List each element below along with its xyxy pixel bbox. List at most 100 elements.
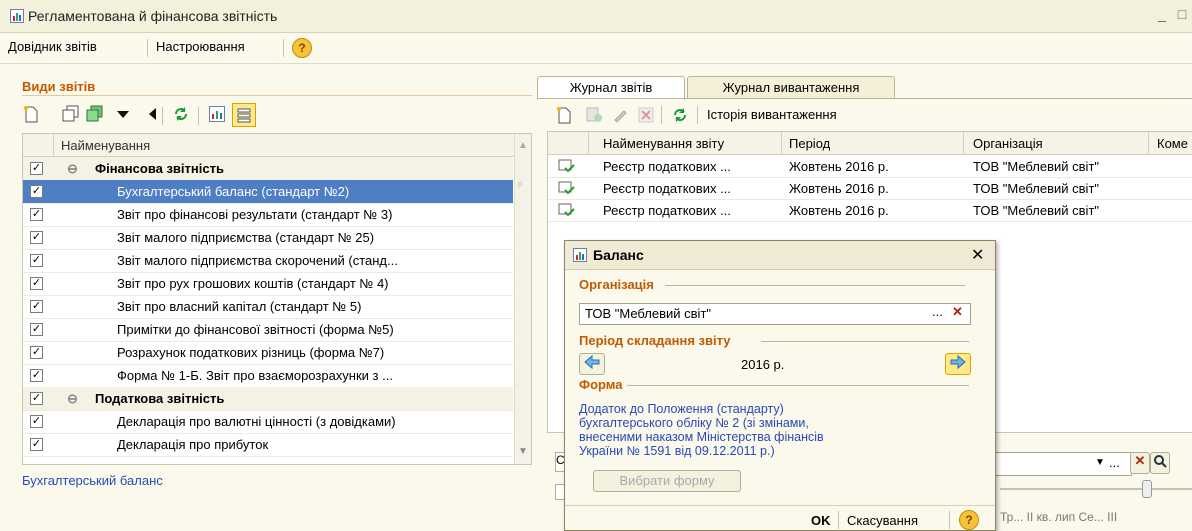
column-divider: [1148, 132, 1149, 154]
copy-group-icon[interactable]: [86, 105, 104, 123]
row-period: Жовтень 2016 р.: [789, 203, 889, 218]
scroll-down-icon[interactable]: ▼: [518, 446, 528, 457]
row-checkbox[interactable]: ✓: [30, 277, 43, 290]
table-row[interactable]: ✓ Форма № 1-Б. Звіт про взаєморозрахунки …: [23, 364, 513, 388]
ellipsis-button[interactable]: ...: [1109, 455, 1120, 470]
group-row[interactable]: ✓ ⊖ Податкова звітність: [23, 387, 513, 411]
choose-form-button[interactable]: Вибрати форму: [593, 470, 741, 492]
scroll-thumb[interactable]: ᵖ: [518, 178, 527, 196]
organization-select-button[interactable]: ...: [932, 304, 943, 319]
section-line: [665, 285, 965, 286]
menu-separator: [283, 39, 284, 57]
organization-value: ТОВ "Меблевий світ": [585, 306, 712, 321]
filter-select[interactable]: ▼ ...: [994, 452, 1132, 476]
ok-button[interactable]: OK: [811, 513, 831, 528]
tab-label: Журнал звітів: [569, 80, 653, 95]
window-titlebar: Регламентована й фінансова звітність _ □: [0, 0, 1192, 33]
minimize-icon[interactable]: _: [1154, 6, 1170, 22]
column-header-organization: Організація: [973, 136, 1043, 151]
period-slider-thumb[interactable]: [1142, 480, 1152, 498]
dropdown-arrow-icon[interactable]: ▼: [1095, 457, 1105, 468]
clear-filter-icon[interactable]: ✕: [1130, 452, 1150, 474]
row-checkbox[interactable]: ✓: [30, 208, 43, 221]
row-report-name: Реєстр податкових ...: [603, 181, 731, 196]
dialog-help-icon[interactable]: ?: [959, 510, 979, 530]
journal-row[interactable]: Реєстр податкових ... Жовтень 2016 р. ТОВ …: [548, 199, 1192, 222]
table-row[interactable]: ✓ Декларація про прибуток: [23, 433, 513, 457]
table-row[interactable]: ✓ Звіт малого підприємства (стандарт № 25…: [23, 226, 513, 250]
row-label: Фінансова звітність: [95, 161, 224, 176]
delete-icon[interactable]: [637, 106, 655, 124]
export-history-button[interactable]: Історія вивантаження: [707, 107, 837, 122]
window-title: Регламентована й фінансова звітність: [28, 8, 278, 24]
collapse-icon[interactable]: ⊖: [67, 161, 78, 177]
row-organization: ТОВ "Меблевий світ": [973, 181, 1100, 196]
table-row[interactable]: ✓ Бухгалтерський баланс (стандарт №2): [23, 180, 513, 204]
row-checkbox[interactable]: ✓: [30, 300, 43, 313]
edit-pencil-icon[interactable]: [611, 106, 629, 124]
report-icon[interactable]: [208, 105, 226, 123]
column-divider: [53, 134, 54, 156]
period-slider-track[interactable]: [1000, 488, 1192, 490]
table-row[interactable]: ✓ Звіт про фінансові результати (стандарт…: [23, 203, 513, 227]
row-checkbox[interactable]: ✓: [30, 185, 43, 198]
tab-reports-journal[interactable]: Журнал звітів: [537, 76, 685, 100]
journal-row[interactable]: Реєстр податкових ... Жовтень 2016 р. ТОВ …: [548, 155, 1192, 178]
scroll-up-icon[interactable]: ▲: [518, 140, 528, 151]
row-checkbox[interactable]: ✓: [30, 323, 43, 336]
period-prev-button[interactable]: [579, 353, 605, 375]
copy-icon[interactable]: [62, 105, 80, 123]
table-row[interactable]: ✓ Звіт про власний капітал (стандарт № 5): [23, 295, 513, 319]
new-report-icon[interactable]: [555, 106, 573, 124]
row-checkbox[interactable]: ✓: [30, 231, 43, 244]
table-row[interactable]: ✓ Звіт про рух грошових коштів (стандарт …: [23, 272, 513, 296]
journal-row[interactable]: Реєстр податкових ... Жовтень 2016 р. ТОВ …: [548, 177, 1192, 200]
row-organization: ТОВ "Меблевий світ": [973, 203, 1100, 218]
app-chart-icon: [10, 9, 24, 23]
organization-label: Організація: [579, 277, 654, 292]
row-label: Звіт малого підприємства (стандарт № 25): [117, 230, 375, 245]
search-icon[interactable]: [1150, 452, 1170, 474]
organization-field[interactable]: ТОВ "Меблевий світ" ... ✕: [579, 303, 971, 325]
row-label: Форма № 1-Б. Звіт про взаєморозрахунки з…: [117, 368, 393, 383]
move-left-icon[interactable]: [144, 105, 162, 123]
row-checkbox[interactable]: ✓: [30, 369, 43, 382]
table-row[interactable]: ✓ Декларація про валютні цінності (з дові…: [23, 410, 513, 434]
row-label: Примітки до фінансової звітності (форма …: [117, 322, 394, 337]
table-row[interactable]: ✓ Звіт малого підприємства скорочений (ст…: [23, 249, 513, 273]
cancel-button[interactable]: Скасування: [847, 513, 918, 528]
dialog-close-icon[interactable]: ✕: [971, 245, 984, 265]
menu-reports-directory[interactable]: Довідник звітів: [8, 39, 97, 54]
menu-settings[interactable]: Настроювання: [156, 39, 245, 54]
tree-view-icon[interactable]: [232, 103, 256, 127]
table-row[interactable]: ✓ Примітки до фінансової звітності (форма…: [23, 318, 513, 342]
tab-export-journal[interactable]: Журнал вивантаження: [687, 76, 895, 99]
form-description-link[interactable]: Додаток до Положення (стандарту) бухгалт…: [579, 402, 869, 458]
row-checkbox[interactable]: ✓: [30, 162, 43, 175]
period-next-button[interactable]: [945, 353, 971, 375]
refresh-icon[interactable]: [172, 105, 190, 123]
group-row[interactable]: ✓ ⊖ Фінансова звітність: [23, 157, 513, 181]
move-down-icon[interactable]: [114, 105, 132, 123]
report-status-icon: [558, 202, 576, 221]
organization-clear-icon[interactable]: ✕: [952, 304, 963, 320]
refresh-list-icon[interactable]: [671, 106, 689, 124]
vertical-scrollbar[interactable]: ▲ ᵖ ▼: [514, 134, 531, 464]
row-checkbox[interactable]: ✓: [30, 392, 43, 405]
maximize-icon[interactable]: □: [1174, 6, 1190, 22]
row-checkbox[interactable]: ✓: [30, 346, 43, 359]
report-types-title: Види звітів: [22, 79, 96, 94]
row-checkbox[interactable]: ✓: [30, 438, 43, 451]
row-checkbox[interactable]: ✓: [30, 415, 43, 428]
new-icon[interactable]: [22, 105, 40, 123]
collapse-icon[interactable]: ⊖: [67, 391, 78, 407]
menu-separator: [147, 39, 148, 57]
footer-separator: [838, 511, 839, 529]
selected-report-link[interactable]: Бухгалтерський баланс: [22, 473, 163, 488]
toolbar-separator: [661, 106, 662, 124]
table-row[interactable]: ✓ Розрахунок податкових різниць (форма №7…: [23, 341, 513, 365]
toolbar-separator: [697, 106, 698, 124]
row-checkbox[interactable]: ✓: [30, 254, 43, 267]
help-icon[interactable]: ?: [292, 38, 312, 58]
copy-report-icon[interactable]: [585, 106, 603, 124]
